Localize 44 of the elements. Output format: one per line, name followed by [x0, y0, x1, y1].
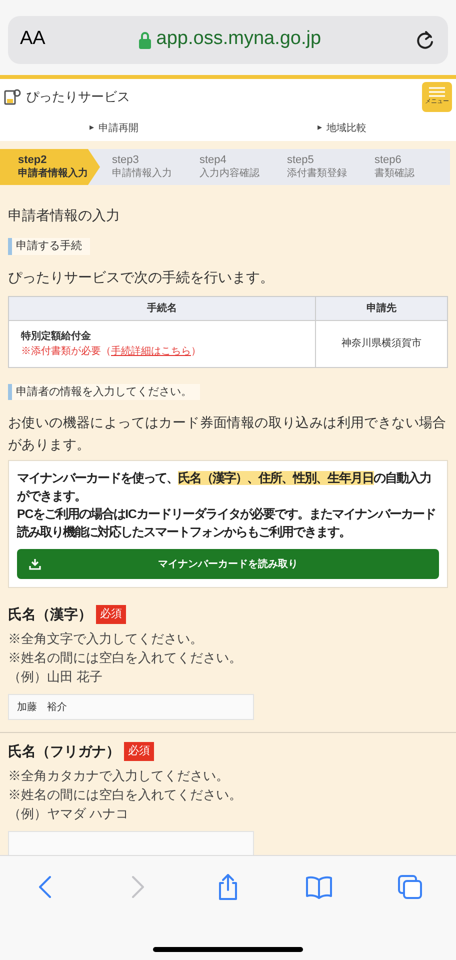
triangle-icon: ▸ — [318, 121, 322, 135]
triangle-icon: ▸ — [90, 121, 94, 135]
step-tab[interactable]: step2 申請者情報入力 — [0, 149, 100, 185]
logo-icon — [4, 87, 22, 107]
input-field[interactable]: 加藤 裕介 — [8, 694, 254, 720]
address-bar[interactable]: AA app.oss.myna.go.jp — [8, 16, 448, 64]
input-field[interactable] — [8, 831, 254, 855]
reload-icon[interactable] — [414, 28, 436, 50]
field-hint: ※姓名の間には空白を入れてください。 — [8, 649, 243, 667]
nav-link[interactable]: 申請再開 — [98, 120, 138, 136]
field-hint: ※全角文字で入力してください。 — [8, 630, 204, 648]
field-hint: （例）ヤマダ ハナコ — [8, 805, 130, 823]
section-heading: 申請者の情報を入力してください。 — [8, 384, 200, 400]
lock-icon — [138, 30, 152, 48]
info-text: マイナンバーカードを使って、氏名（漢字）、住所、性別、生年月日の自動入力ができます。 — [17, 470, 432, 505]
notice-text: お使いの機器によってはカード券面情報の取り込みは利用できない場合があります。 — [8, 414, 448, 454]
procedure-name: 特別定額給付金 — [21, 329, 92, 344]
step-tab[interactable]: step5 添付書類登録 — [275, 149, 362, 185]
table-cell: 神奈川県横須賀市 — [316, 320, 448, 367]
procedure-text: ぴったりサービスで次の手続を行います。 — [8, 268, 275, 286]
column-header: 申請先 — [316, 296, 448, 320]
field-hint: ※姓名の間には空白を入れてください。 — [8, 786, 243, 804]
page-title: 申請者情報の入力 — [8, 206, 121, 225]
download-icon — [29, 558, 41, 570]
required-badge: 必須 — [124, 742, 154, 761]
menu-icon — [429, 87, 445, 97]
step-tab[interactable]: step4 入力内容確認 — [188, 149, 275, 185]
column-header: 手続名 — [8, 296, 316, 320]
nav-link[interactable]: 地域比較 — [326, 120, 366, 136]
url-text: app.oss.myna.go.jp — [156, 27, 322, 52]
step-tab[interactable]: step3 申請情報入力 — [100, 149, 188, 185]
required-badge: 必須 — [96, 605, 126, 624]
field-label: 氏名（漢字） — [8, 605, 92, 624]
text-size-button[interactable]: AA — [20, 25, 46, 54]
field-hint: ※全角カタカナで入力してください。 — [8, 767, 230, 785]
card-read-button[interactable]: マイナンバーカードを読み取り — [17, 549, 439, 579]
info-text: PCをご利用の場合はICカードリーダライタが必要です。またマイナンバーカード読み取り機能に対応したスマートフォンからもご利用できます。 — [17, 506, 436, 541]
logo-text[interactable]: ぴったりサービス — [26, 87, 130, 107]
procedure-detail-link[interactable]: 手続詳細はこちら — [111, 346, 191, 356]
procedure-note: ※添付書類が必要（手続詳細はこちら） — [21, 344, 201, 358]
field-label: 氏名（フリガナ） — [8, 742, 120, 761]
section-heading: 申請する手続 — [8, 238, 90, 254]
field-hint: （例）山田 花子 — [8, 668, 104, 686]
step-tab[interactable]: step6 書類確認 — [362, 149, 450, 185]
